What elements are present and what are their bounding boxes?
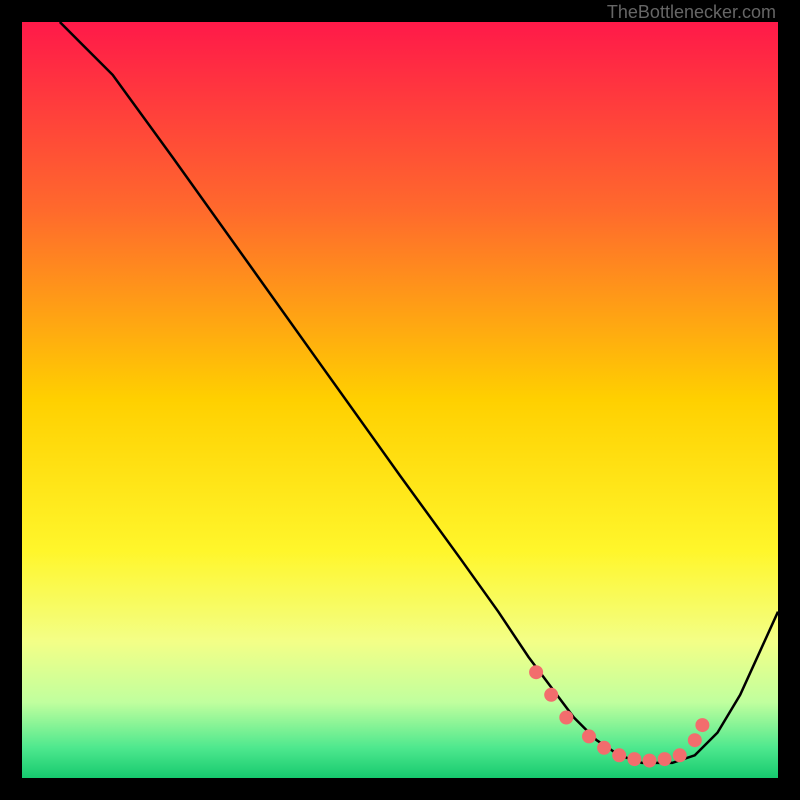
data-point	[643, 754, 657, 768]
data-point	[695, 718, 709, 732]
data-point	[658, 752, 672, 766]
data-point	[582, 729, 596, 743]
chart-container: TheBottlenecker.com	[0, 0, 800, 800]
data-points-layer	[22, 22, 778, 778]
data-point	[612, 748, 626, 762]
data-point	[544, 688, 558, 702]
data-point	[529, 665, 543, 679]
data-point	[559, 711, 573, 725]
data-point	[673, 748, 687, 762]
watermark-text: TheBottlenecker.com	[607, 2, 776, 23]
data-point	[688, 733, 702, 747]
data-point	[627, 752, 641, 766]
data-point	[597, 741, 611, 755]
